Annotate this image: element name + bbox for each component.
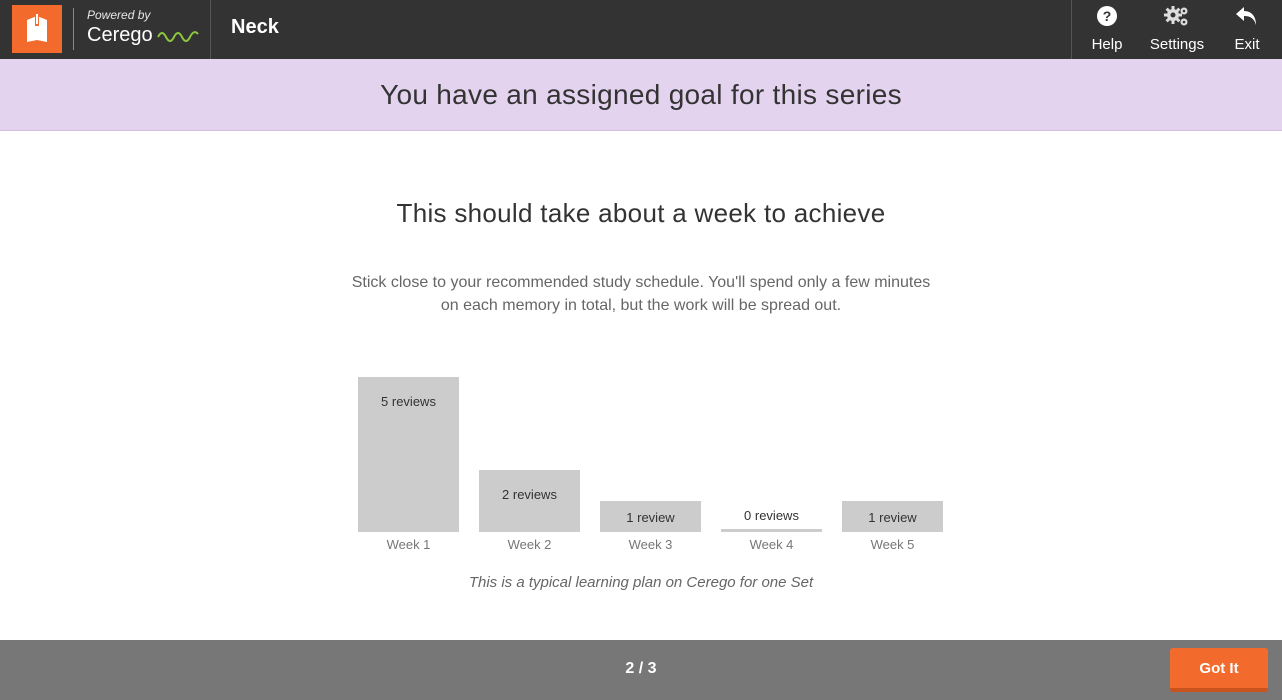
brand-name: Cerego (87, 24, 153, 46)
description: Stick close to your recommended study sc… (351, 274, 931, 314)
bar-data-label: 2 reviews (502, 487, 557, 502)
bar-column: 5 reviews (358, 360, 459, 532)
bar-data-label: 1 review (626, 509, 675, 525)
bar (721, 529, 822, 532)
review-schedule-chart: 5 reviews Week 1 2 reviews Week 2 1 review We… (350, 360, 950, 560)
chart-caption: This is a typical learning plan on Cereg… (468, 574, 814, 591)
goal-banner: You have an assigned goal for this serie… (0, 59, 1282, 131)
help-label: Help (1091, 36, 1123, 53)
help-button[interactable]: ? Help (1072, 0, 1142, 59)
powered-by-cerego: Powered by Cerego (73, 8, 199, 50)
exit-label: Exit (1234, 36, 1260, 53)
week-label: Week 4 (749, 537, 794, 552)
cerego-logo[interactable] (12, 5, 62, 53)
bar-column: 2 reviews (479, 360, 580, 532)
top-bar: Powered by Cerego Neck ? Help Settings E… (0, 0, 1282, 59)
header-divider (210, 0, 211, 59)
wave-icon (156, 31, 199, 42)
book-icon (27, 14, 47, 42)
header-actions: ? Help Settings Exit (1071, 0, 1282, 59)
bar-column: 0 reviews (721, 360, 822, 532)
help-icon: ? (1097, 6, 1117, 26)
powered-by-text: Powered by (87, 8, 151, 22)
settings-button[interactable]: Settings (1142, 0, 1212, 59)
week-label: Week 3 (628, 537, 673, 552)
week-label: Week 1 (386, 537, 431, 552)
exit-arrow-icon (1236, 7, 1256, 25)
bar-data-label: 5 reviews (381, 394, 436, 409)
bar-column: 1 review (600, 360, 701, 532)
gears-icon (1164, 6, 1188, 26)
series-title: Neck (231, 16, 279, 38)
bar-data-label: 1 review (868, 509, 917, 525)
exit-button[interactable]: Exit (1212, 0, 1282, 59)
bar-data-label: 0 reviews (744, 508, 799, 523)
settings-label: Settings (1149, 36, 1205, 53)
week-label: Week 2 (507, 537, 552, 552)
bar-column: 1 review (842, 360, 943, 532)
got-it-button[interactable]: Got It (1170, 648, 1268, 692)
svg-text:?: ? (1103, 8, 1112, 24)
page-title: This should take about a week to achieve (396, 198, 886, 228)
footer-bar: 2 / 3 Got It (0, 640, 1282, 700)
goal-banner-text: You have an assigned goal for this serie… (380, 79, 902, 110)
page-indicator: 2 / 3 (625, 660, 657, 677)
week-label: Week 5 (870, 537, 915, 552)
